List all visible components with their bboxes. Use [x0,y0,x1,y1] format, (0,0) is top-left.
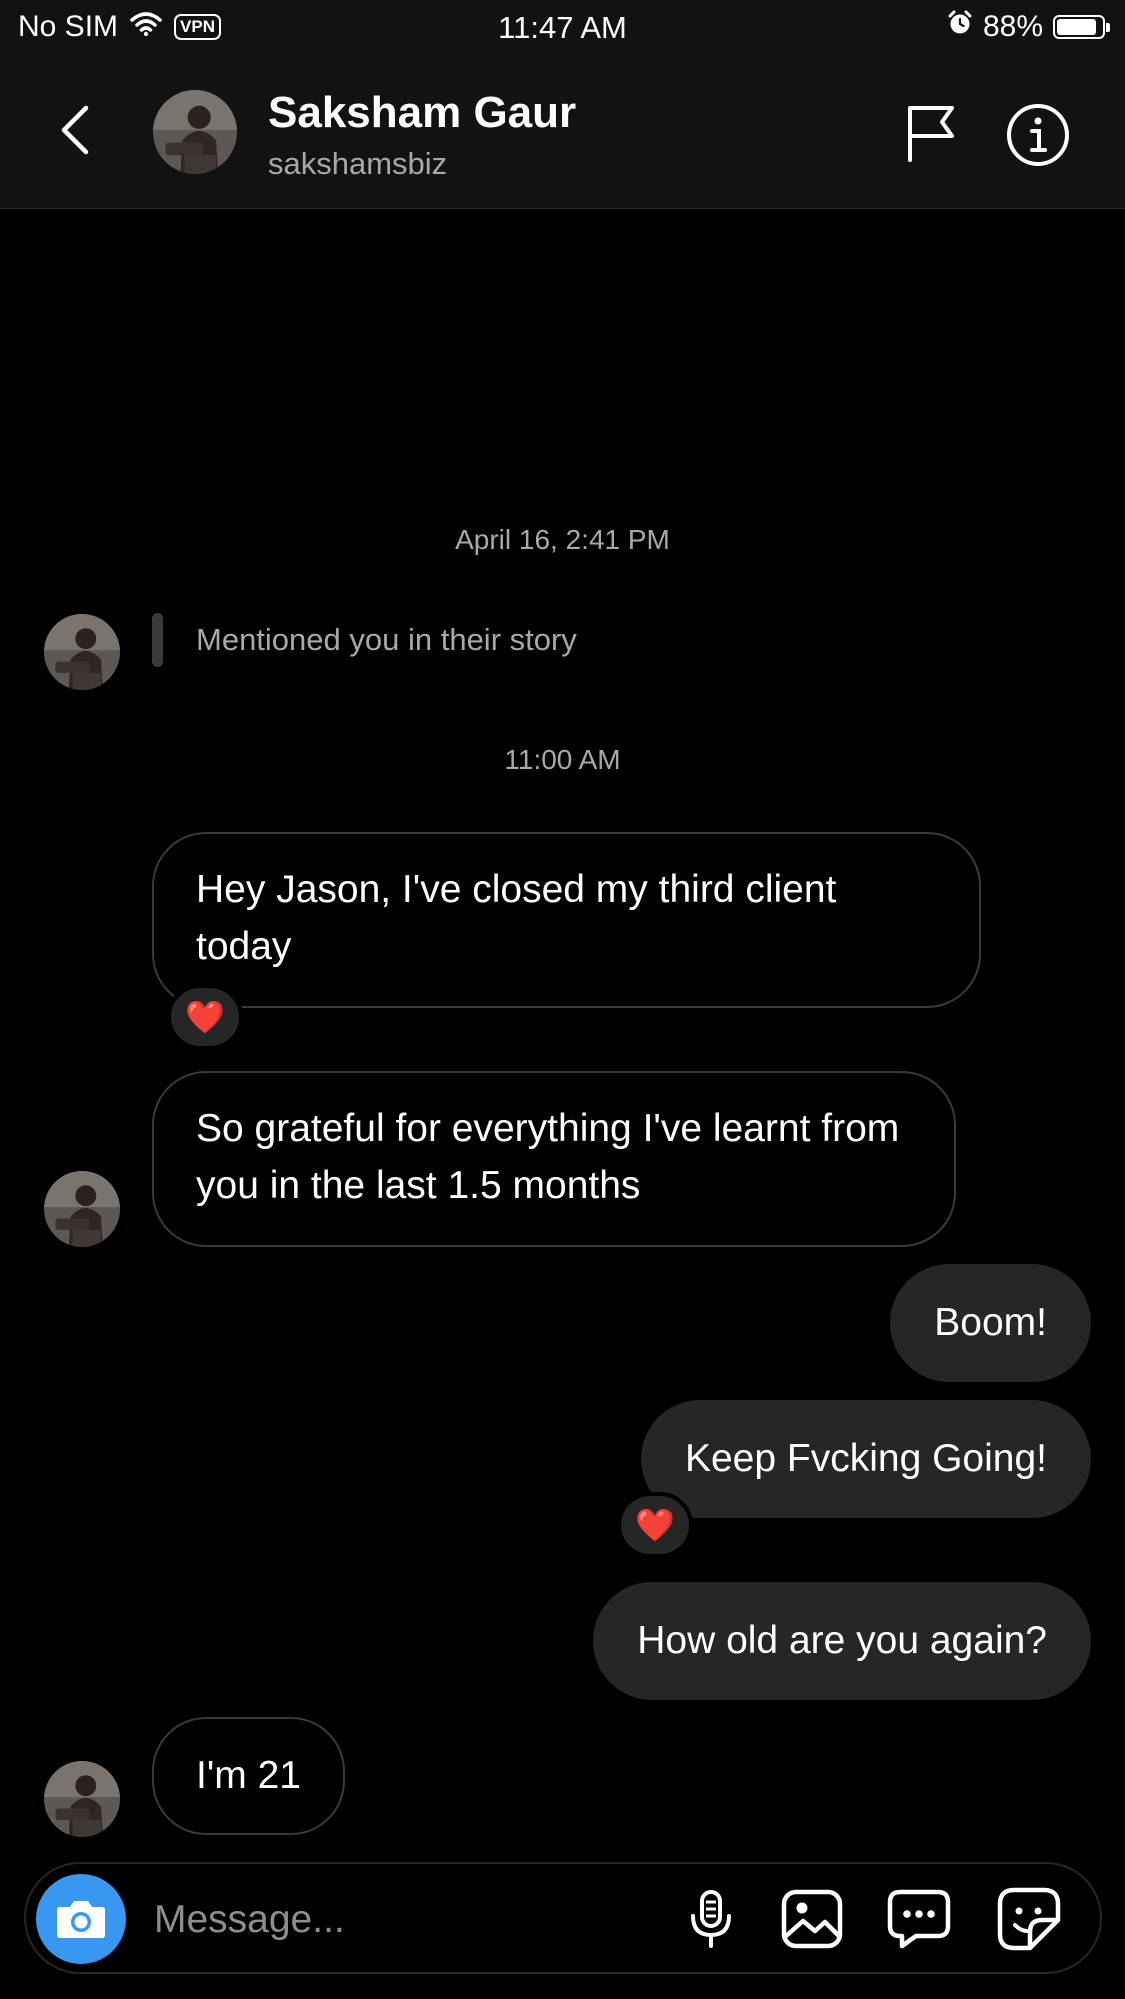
avatar[interactable] [44,1171,120,1247]
message-reaction[interactable]: ❤️ [617,1492,693,1558]
message-reaction[interactable]: ❤️ [167,984,243,1050]
timestamp-divider: 11:00 AM [504,744,621,775]
info-icon [1007,104,1069,166]
avatar[interactable] [44,1761,120,1837]
heart-icon: ❤️ [635,1507,675,1543]
message-input[interactable] [152,1884,676,1956]
back-button[interactable] [52,100,102,160]
sent-message[interactable]: Boom! [890,1264,1091,1382]
camera-button[interactable] [36,1874,126,1964]
avatar[interactable] [44,614,120,690]
heart-icon: ❤️ [185,999,225,1035]
story-mention-text[interactable]: Mentioned you in their story [196,622,577,658]
chat-bubble-icon [887,1889,951,1949]
contact-name[interactable]: Saksham Gaur [268,88,576,138]
received-message[interactable]: I'm 21 [152,1717,345,1835]
gallery-icon [781,1889,843,1949]
alarm-icon [947,10,973,44]
status-bar: No SIM VPN 11:47 AM 88% [0,0,1125,58]
gallery-button[interactable] [779,1886,845,1952]
chat-header: Saksham Gaur sakshamsbiz [0,58,1125,209]
report-button[interactable] [902,102,962,164]
camera-icon [57,1901,105,1938]
message-composer [24,1862,1102,1974]
received-message[interactable]: Hey Jason, I've closed my third client t… [152,832,981,1008]
battery-icon [1053,15,1110,39]
quick-reply-button[interactable] [886,1886,952,1952]
back-icon [61,105,89,155]
contact-username[interactable]: sakshamsbiz [268,146,447,182]
info-button[interactable] [1005,102,1071,168]
sticker-button[interactable] [996,1886,1062,1952]
battery-percent: 88% [982,10,1043,43]
sent-message[interactable]: How old are you again? [593,1582,1091,1700]
header-avatar[interactable] [153,90,237,174]
microphone-icon [691,1890,731,1948]
status-right: 88% [947,10,1110,44]
flag-icon [908,106,954,162]
received-message[interactable]: So grateful for everything I've learnt f… [152,1071,956,1247]
sticker-icon [997,1887,1061,1951]
voice-message-button[interactable] [678,1886,744,1952]
sent-message[interactable]: Keep Fvcking Going! [640,1400,1091,1518]
timestamp-divider: April 16, 2:41 PM [455,524,670,555]
story-mention-bar [152,613,163,667]
